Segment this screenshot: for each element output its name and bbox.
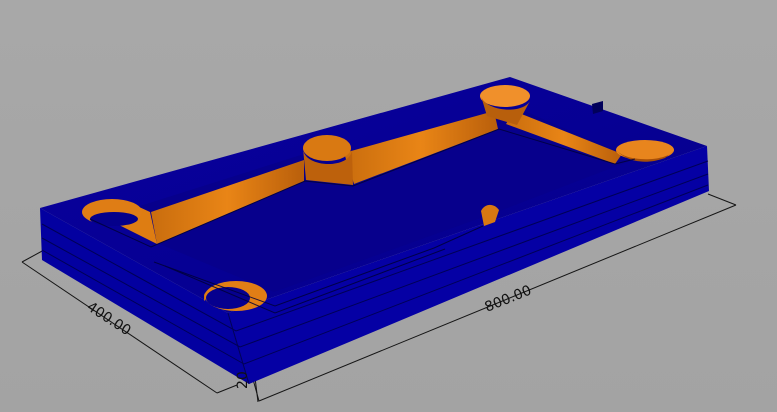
front-hole-floor-icon	[206, 287, 250, 309]
blue-plate-model	[40, 77, 709, 385]
length-extension-right	[707, 193, 737, 206]
cad-model-diagram: 400.00 800.00 20	[21, 77, 737, 403]
height-dimension-label: 20	[235, 371, 251, 389]
width-extension-right	[216, 384, 238, 394]
width-extension-left	[21, 249, 45, 263]
left-corner-relief-floor-icon	[90, 212, 138, 226]
length-dimension-label: 800.00	[483, 283, 534, 316]
top-corner-relief-icon	[480, 85, 530, 107]
middle-corner-relief-icon	[303, 135, 351, 161]
cad-viewport[interactable]: 400.00 800.00 20	[0, 0, 777, 412]
